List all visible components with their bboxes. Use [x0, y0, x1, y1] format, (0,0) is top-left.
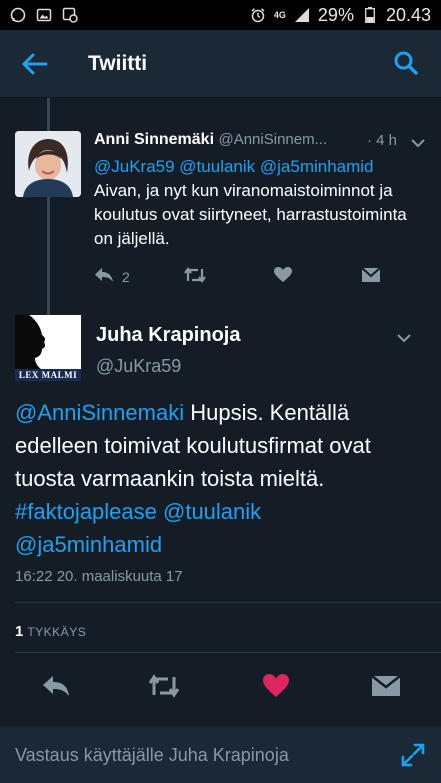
avatar[interactable]: LEX MALMI: [15, 315, 81, 381]
expand-icon[interactable]: [401, 743, 425, 767]
mention-link[interactable]: @ja5minhamid: [15, 532, 162, 557]
gallery-icon: [62, 7, 78, 23]
heart-icon: [274, 266, 292, 288]
tweet-time: · 4 h: [367, 132, 398, 149]
search-icon[interactable]: [393, 50, 419, 76]
tweet-body: Aivan, ja nyt kun viranomaistoiminnot ja…: [94, 181, 407, 248]
retweet-button[interactable]: [148, 672, 180, 704]
avatar-caption: LEX MALMI: [15, 369, 81, 381]
status-right: 4G 29% 20.43: [250, 5, 431, 26]
tweet-text: @JuKra59 @tuulanik @ja5minhamid Aivan, j…: [94, 155, 429, 251]
app-bar: Twiitti: [0, 30, 441, 98]
chevron-down-icon[interactable]: [397, 330, 411, 343]
battery-percent: 29%: [317, 4, 354, 25]
author-name[interactable]: Anni Sinnemäki: [94, 131, 214, 148]
mentions-link[interactable]: @JuKra59 @tuulanik @ja5minhamid: [94, 157, 374, 176]
divider: [15, 652, 441, 653]
tweet-text: @AnniSinnemaki Hupsis. Kentällä edelleen…: [15, 396, 430, 561]
divider: [15, 602, 441, 603]
heart-icon: [263, 673, 289, 703]
reply-icon: [94, 267, 114, 288]
reply-count: 2: [122, 269, 130, 285]
status-time: 20.43: [385, 4, 431, 25]
retweet-button[interactable]: [184, 265, 206, 289]
author-handle[interactable]: @JuKra59: [96, 356, 181, 377]
likes-count: 1: [15, 623, 24, 640]
reply-tweet[interactable]: Anni Sinnemäki @AnniSinnem... · 4 h @JuK…: [0, 115, 441, 302]
retweet-icon: [148, 673, 180, 703]
dm-button[interactable]: [370, 672, 402, 704]
dm-button[interactable]: [361, 265, 381, 289]
likes-stat[interactable]: 1 TYKKÄYS: [15, 623, 86, 640]
status-left-icons: [10, 7, 78, 23]
reply-input[interactable]: Vastaus käyttäjälle Juha Krapinoja: [15, 745, 289, 766]
hashtag-link[interactable]: #faktojaplease: [15, 499, 157, 524]
reply-tweet-header: Anni Sinnemäki @AnniSinnem...: [94, 131, 327, 149]
reply-bar[interactable]: Vastaus käyttäjälle Juha Krapinoja: [0, 725, 441, 783]
alarm-icon: [250, 7, 266, 23]
reply-button[interactable]: 2: [94, 265, 130, 289]
reply-icon: [42, 675, 70, 702]
status-bar: 4G 29% 20.43: [0, 0, 441, 30]
reply-button[interactable]: [40, 672, 72, 704]
arrow-left-icon[interactable]: [20, 52, 48, 76]
signal-icon: [294, 7, 310, 23]
reply-tweet-actions: 2: [94, 265, 394, 289]
battery-icon: [362, 7, 378, 23]
tweet-timestamp: 16:22 20. maaliskuuta 17: [15, 568, 183, 585]
like-button[interactable]: [274, 265, 292, 289]
chevron-down-icon[interactable]: [411, 135, 425, 148]
envelope-icon: [361, 266, 381, 288]
main-tweet-actions: [0, 672, 441, 706]
whatsapp-icon: [10, 7, 26, 23]
envelope-icon: [371, 674, 401, 703]
likes-label: TYKKÄYS: [27, 625, 87, 639]
4g-icon: 4G: [273, 10, 286, 20]
avatar[interactable]: [15, 131, 81, 197]
mention-link[interactable]: @tuulanik: [157, 499, 261, 524]
like-button[interactable]: [260, 672, 292, 704]
page-title: Twiitti: [88, 52, 148, 75]
author-handle[interactable]: @AnniSinnem...: [218, 131, 327, 148]
main-tweet: LEX MALMI Juha Krapinoja @JuKra59 @AnniS…: [0, 302, 441, 722]
mention-link[interactable]: @AnniSinnemaki: [15, 400, 184, 425]
retweet-icon: [184, 266, 206, 288]
image-icon: [36, 7, 52, 23]
author-name[interactable]: Juha Krapinoja: [96, 324, 240, 347]
